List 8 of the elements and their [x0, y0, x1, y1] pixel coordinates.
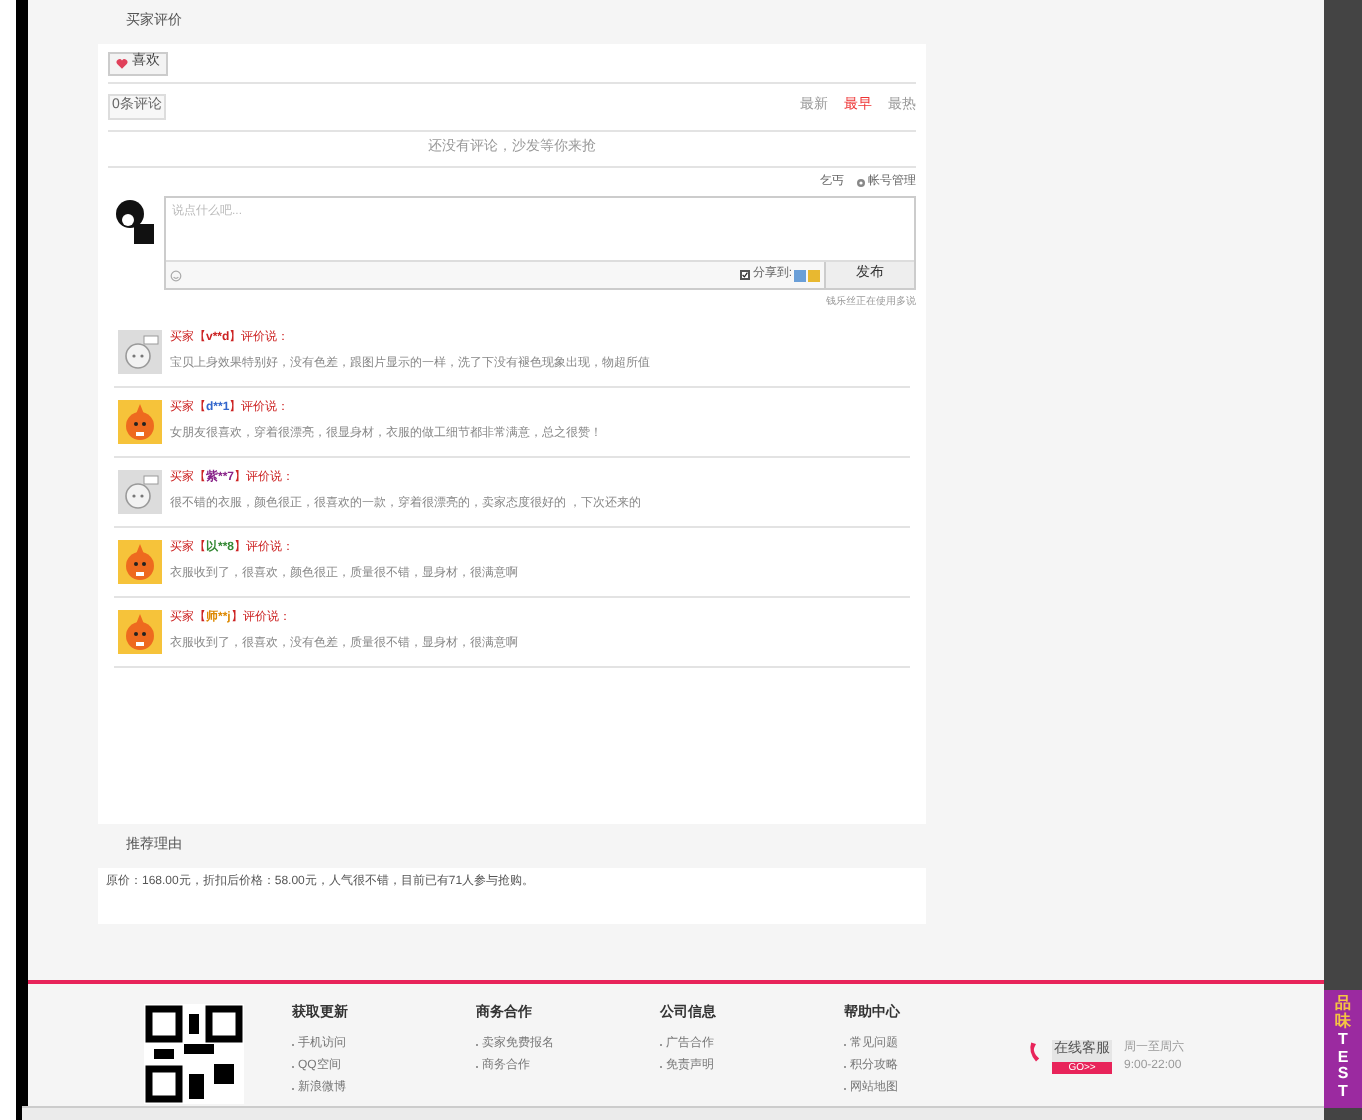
- smiley-icon[interactable]: [170, 269, 182, 281]
- side-tab-label: 品味: [1335, 996, 1351, 1032]
- heart-icon: [116, 57, 128, 69]
- gear-icon: [856, 177, 866, 187]
- check-icon: [742, 270, 749, 280]
- side-tab-text: TEST: [1335, 1031, 1351, 1102]
- side-tab[interactable]: 品味 TEST: [1324, 990, 1362, 1108]
- share-checkbox[interactable]: [740, 270, 751, 280]
